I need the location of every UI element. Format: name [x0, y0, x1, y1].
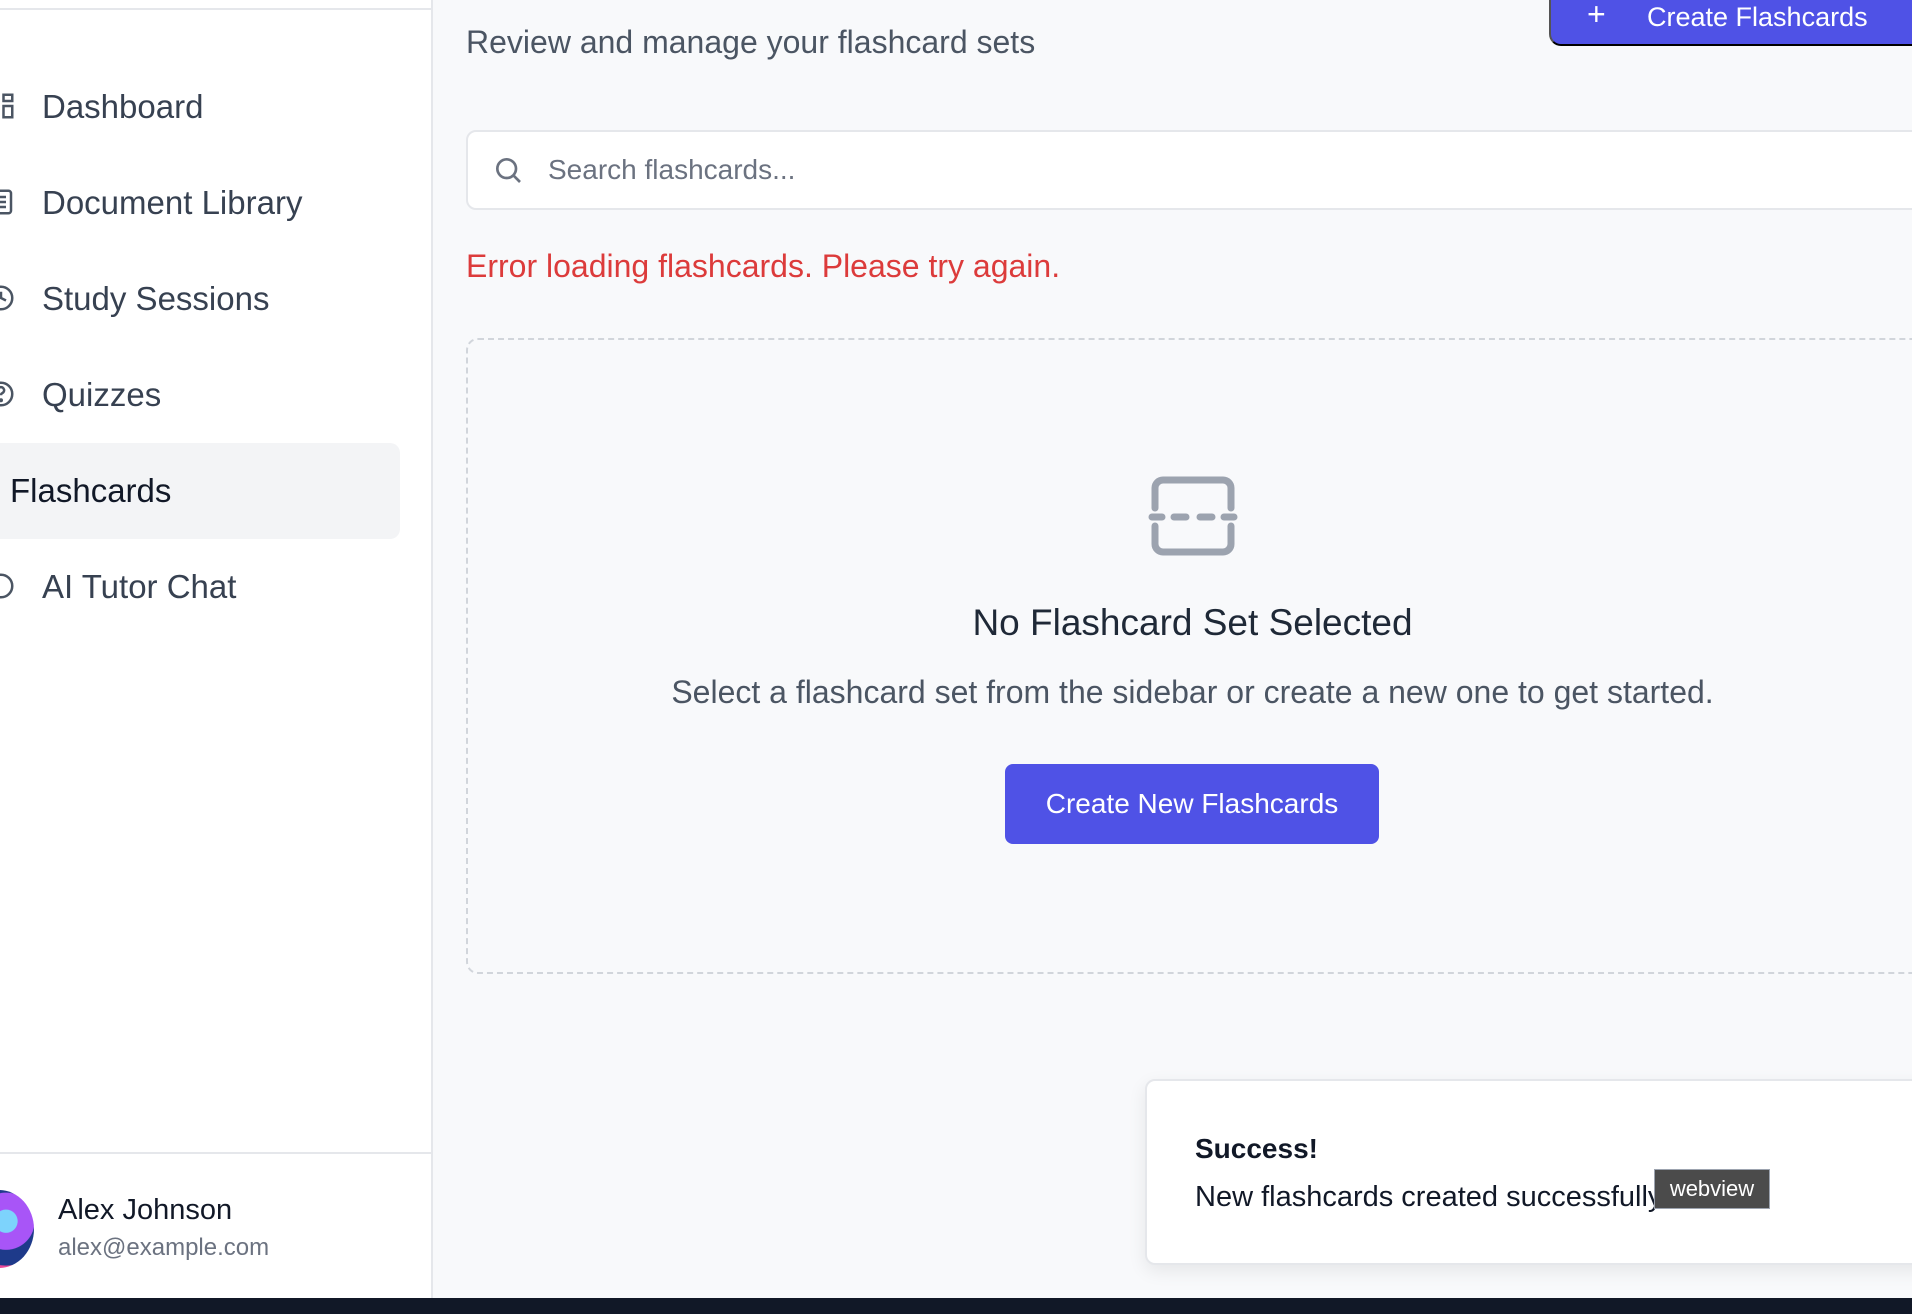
user-profile[interactable]: Alex Johnson alex@example.com: [0, 1152, 431, 1298]
create-new-flashcards-button[interactable]: Create New Flashcards: [1005, 764, 1379, 844]
question-icon: [0, 379, 16, 409]
sidebar-item-label: Dashboard: [42, 88, 204, 125]
sidebar-item-quizzes[interactable]: Quizzes: [0, 347, 400, 443]
toast-message: New flashcards created successfully: [1195, 1181, 1663, 1213]
page-subtitle: Review and manage your flashcard sets: [466, 24, 1036, 60]
search-bar[interactable]: [466, 130, 1912, 210]
sidebar-item-label: Study Sessions: [42, 280, 270, 317]
sidebar-item-study-sessions[interactable]: Study Sessions: [0, 251, 400, 347]
empty-state-text: Select a flashcard set from the sidebar …: [671, 674, 1714, 710]
dashboard-icon: [0, 91, 16, 121]
sidebar-item-label: Quizzes: [42, 376, 162, 413]
create-flashcards-label: Create Flashcards: [1647, 2, 1868, 32]
toast-title: Success!: [1195, 1133, 1318, 1164]
sidebar-item-label: Flashcards: [10, 472, 172, 509]
sidebar-item-label: AI Tutor Chat: [42, 568, 237, 605]
empty-state-title: No Flashcard Set Selected: [972, 602, 1413, 643]
plus-icon: +: [1587, 0, 1606, 32]
avatar: [0, 1190, 34, 1268]
empty-state-panel: [466, 338, 1912, 974]
chat-icon: [0, 571, 16, 601]
user-email: alex@example.com: [58, 1234, 270, 1261]
webview-tooltip: webview: [1654, 1169, 1770, 1209]
clock-icon: [0, 283, 16, 313]
sidebar-item-document-library[interactable]: Document Library: [0, 155, 400, 251]
sidebar-item-dashboard[interactable]: Dashboard: [0, 59, 400, 155]
bottom-bar: [0, 1298, 1912, 1314]
user-name: Alex Johnson: [58, 1194, 233, 1226]
search-input[interactable]: [548, 150, 1748, 190]
sidebar: Dashboard Document Library Study Session…: [0, 0, 433, 1298]
document-icon: [0, 187, 16, 217]
sidebar-item-flashcards[interactable]: Flashcards: [0, 443, 400, 539]
success-toast: Success! New flashcards created successf…: [1145, 1079, 1912, 1265]
create-flashcards-button[interactable]: + Create Flashcards: [1549, 0, 1912, 46]
flashcard-placeholder-icon: [1148, 474, 1238, 558]
error-message: Error loading flashcards. Please try aga…: [466, 248, 1061, 284]
sidebar-item-label: Document Library: [42, 184, 303, 221]
search-icon: [492, 154, 524, 186]
sidebar-divider: [0, 8, 431, 10]
sidebar-item-ai-tutor-chat[interactable]: AI Tutor Chat: [0, 539, 400, 635]
